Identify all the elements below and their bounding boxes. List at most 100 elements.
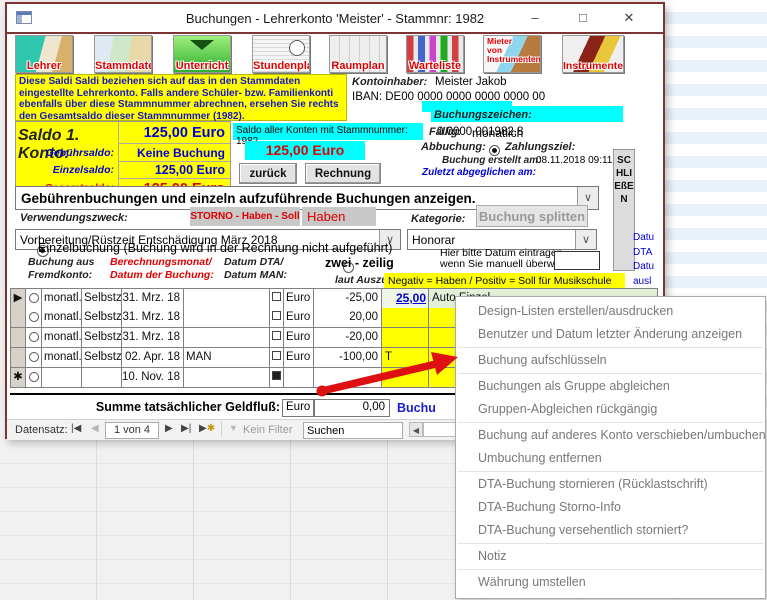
cell-amount[interactable]: 20,00	[314, 308, 382, 328]
new-record-star-icon: ✱	[207, 423, 215, 434]
search-input[interactable]	[303, 422, 403, 439]
cell-dta[interactable]	[184, 289, 270, 309]
first-record-button[interactable]: |◀	[71, 423, 81, 434]
stundenplan-button[interactable]: Stundenplan	[252, 35, 310, 73]
filter-icon[interactable]: ▼	[229, 423, 238, 433]
row-checkbox[interactable]	[270, 368, 284, 388]
menu-item-gruppe-abgleichen[interactable]: Buchungen als Gruppe abgleichen	[456, 375, 765, 398]
cell-freq[interactable]: monatl.	[42, 289, 82, 309]
cell-amount[interactable]: -25,00	[314, 289, 382, 309]
raumplan-button[interactable]: Raumplan	[329, 35, 387, 73]
instrumente-button[interactable]: Instrumente	[562, 35, 624, 73]
next-record-button[interactable]: ▶	[165, 423, 173, 434]
window-title: Buchungen - Lehrerkonto 'Meister' - Stam…	[7, 11, 663, 26]
new-record-button[interactable]: ▶✱	[199, 423, 215, 434]
row-radio[interactable]	[26, 289, 42, 309]
close-button[interactable]: ✕	[619, 8, 639, 28]
cell-extra-value[interactable]: 25,00	[382, 289, 429, 309]
cell-date[interactable]: 31. Mrz. 18	[122, 289, 184, 309]
lehrer-button[interactable]: Lehrer	[15, 35, 73, 73]
kategorie-combo-text: Honorar	[408, 230, 596, 247]
menu-item-umbuchung-entfernen[interactable]: Umbuchung entfernen	[456, 447, 765, 470]
rechnung-button[interactable]: Rechnung	[305, 163, 381, 184]
faellig-label: Fällig:	[429, 126, 461, 138]
cell-dta[interactable]	[184, 308, 270, 328]
cell-who[interactable]: Selbstz.	[82, 348, 122, 368]
zahlungsziel-label: Zahlungsziel:	[505, 141, 575, 153]
menu-item-dta-versehentlich[interactable]: DTA-Buchung versehentlich storniert?	[456, 519, 765, 542]
record-count-box[interactable]: 1 von 4	[105, 422, 159, 439]
row-radio[interactable]	[26, 328, 42, 348]
menu-item-waehrung-umstellen[interactable]: Währung umstellen	[456, 571, 765, 594]
haben-value[interactable]: Haben	[302, 207, 376, 226]
row-checkbox[interactable]	[270, 308, 284, 328]
minimize-button[interactable]: –	[525, 8, 545, 28]
cell-who[interactable]: Selbstz.	[82, 308, 122, 328]
cell-date[interactable]: 31. Mrz. 18	[122, 328, 184, 348]
row-checkbox[interactable]	[270, 328, 284, 348]
record-selector[interactable]	[10, 328, 26, 348]
last-record-button[interactable]: ▶|	[181, 423, 191, 434]
kein-filter-label[interactable]: Kein Filter	[243, 424, 293, 436]
mieter-von-instrumenten-button[interactable]: Mieter von Instrumenten	[483, 35, 541, 73]
cell-who[interactable]	[82, 368, 122, 388]
cell-currency[interactable]: Euro	[284, 308, 314, 328]
cell-who[interactable]: Selbstz.	[82, 328, 122, 348]
row-checkbox[interactable]	[270, 289, 284, 309]
menu-item-gruppen-rueckgaengig[interactable]: Gruppen-Abgleichen rückgängig	[456, 398, 765, 421]
cell-dta[interactable]	[184, 368, 270, 388]
cell-dta[interactable]	[184, 328, 270, 348]
zurueck-button[interactable]: zurück	[239, 163, 297, 184]
header-datum-dta: Datum DTA/ Datum MAN:	[224, 256, 287, 282]
menu-item-notiz[interactable]: Notiz	[456, 545, 765, 568]
menu-item-dta-stornieren[interactable]: DTA-Buchung stornieren (Rücklastschrift)	[456, 473, 765, 496]
stammdaten-button[interactable]: Stammdaten	[94, 35, 152, 73]
row-radio[interactable]	[26, 368, 42, 388]
cell-date[interactable]: 31. Mrz. 18	[122, 308, 184, 328]
stamm-saldo-header: Saldo aller Konten mit Stammnummer: 1982	[233, 123, 423, 140]
stamm-saldo-value: 125,00 Euro	[245, 141, 365, 160]
gebuehrsaldo-value: Keine Buchung	[118, 144, 230, 162]
row-checkbox[interactable]	[270, 348, 284, 368]
row-radio[interactable]	[26, 308, 42, 328]
record-selector[interactable]	[10, 308, 26, 328]
cell-freq[interactable]: monatl.	[42, 308, 82, 328]
chevron-down-icon[interactable]: ∨	[575, 230, 596, 249]
menu-item-buchung-aufschluesseln[interactable]: Buchung aufschlüsseln	[456, 349, 765, 372]
cell-currency[interactable]: Euro	[284, 289, 314, 309]
cell-dta[interactable]: MAN 03.04.2018	[184, 348, 270, 368]
menu-separator	[458, 373, 763, 374]
schliessen-button[interactable]: SCHLIEßEN	[613, 149, 635, 271]
toolbar-label: Warteliste	[407, 60, 463, 72]
titlebar-separator	[7, 32, 663, 34]
buchung-splitten-button[interactable]: Buchung splitten	[476, 205, 588, 227]
cell-freq[interactable]: monatl.	[42, 328, 82, 348]
hscroll-left-button[interactable]: ◀	[409, 422, 423, 437]
menu-item-konto-verschieben[interactable]: Buchung auf anderes Konto verschieben/um…	[456, 424, 765, 447]
row-radio[interactable]	[26, 348, 42, 368]
menu-item-dta-storno-info[interactable]: DTA-Buchung Storno-Info	[456, 496, 765, 519]
record-selector[interactable]	[10, 348, 26, 368]
menu-item-design-listen[interactable]: Design-Listen erstellen/ausdrucken	[456, 300, 765, 323]
annotation-arrow	[295, 335, 470, 410]
cell-who[interactable]: Selbstz.	[82, 289, 122, 309]
cell-freq[interactable]	[42, 368, 82, 388]
storno-toggle[interactable]: STORNO - Haben - Soll	[190, 207, 300, 226]
manual-date-input[interactable]	[554, 251, 600, 270]
cell-date[interactable]: 02. Apr. 18	[122, 348, 184, 368]
maximize-button[interactable]: □	[573, 8, 593, 28]
einzelsaldo-label: Einzelsaldo:	[16, 162, 118, 179]
title-bar[interactable]: Buchungen - Lehrerkonto 'Meister' - Stam…	[7, 4, 663, 32]
kategorie-label: Kategorie:	[411, 213, 465, 225]
unterricht-button[interactable]: Unterricht	[173, 35, 231, 73]
menu-item-benutzer-datum[interactable]: Benutzer und Datum letzter Änderung anze…	[456, 323, 765, 346]
menu-separator	[458, 471, 763, 472]
cell-extra-value[interactable]	[382, 308, 429, 328]
cell-freq[interactable]: monatl.	[42, 348, 82, 368]
record-selector[interactable]: ✱	[10, 368, 26, 388]
screen: Buchungen - Lehrerkonto 'Meister' - Stam…	[0, 0, 767, 600]
record-selector[interactable]: ▶	[10, 289, 26, 309]
warteliste-button[interactable]: Warteliste	[406, 35, 464, 73]
cell-date[interactable]: 10. Nov. 18	[122, 368, 184, 388]
previous-record-button[interactable]: ◀	[91, 423, 99, 434]
